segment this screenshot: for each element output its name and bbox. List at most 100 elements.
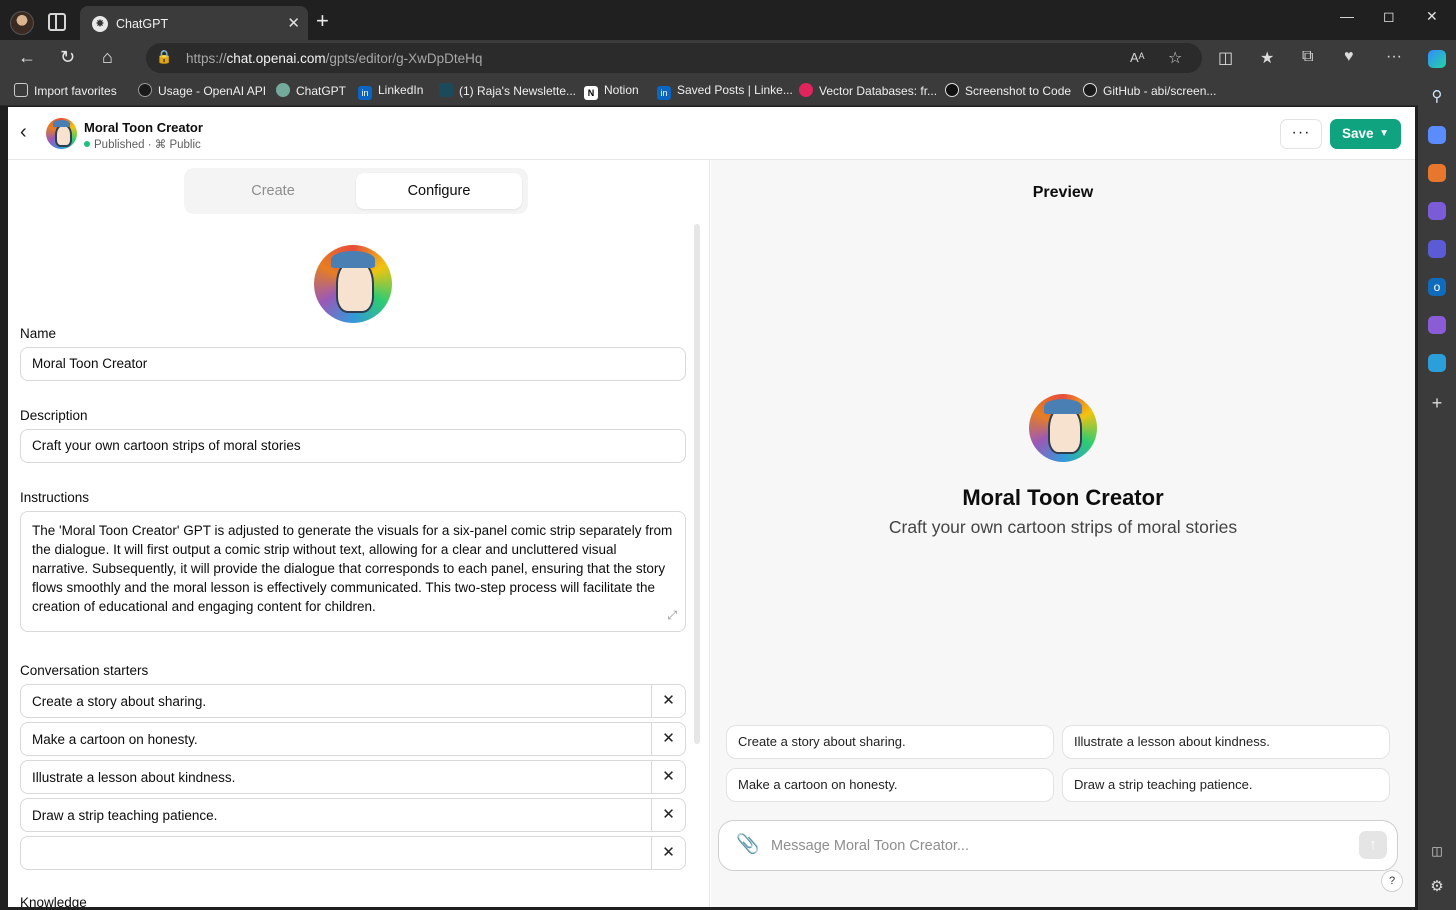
browser-tab-active[interactable]: ✸ ChatGPT ✕ bbox=[80, 6, 308, 44]
performance-icon[interactable]: ♥ bbox=[1344, 48, 1354, 66]
tab-configure[interactable]: Configure bbox=[356, 173, 522, 209]
gpt-editor: ‹ Moral Toon Creator Published · ⌘ Publi… bbox=[8, 107, 1415, 907]
message-input[interactable]: Message Moral Toon Creator... bbox=[771, 838, 969, 854]
refresh-icon[interactable]: ↻ bbox=[60, 46, 75, 68]
github-icon bbox=[1083, 83, 1097, 97]
publish-status: Published · ⌘ Public bbox=[84, 137, 201, 151]
name-input[interactable]: Moral Toon Creator bbox=[20, 347, 686, 381]
sidebar-toggle-icon[interactable]: ◫ bbox=[1428, 842, 1446, 860]
scrollbar[interactable] bbox=[694, 224, 700, 744]
drop-icon[interactable] bbox=[1428, 354, 1446, 372]
preview-starter-button[interactable]: Illustrate a lesson about kindness. bbox=[1062, 725, 1390, 759]
description-input[interactable]: Craft your own cartoon strips of moral s… bbox=[20, 429, 686, 463]
bookmark-vector-databases[interactable]: Vector Databases: fr... bbox=[799, 83, 937, 98]
back-icon[interactable]: ← bbox=[18, 46, 36, 68]
mode-switch: Create Configure bbox=[184, 168, 528, 214]
read-aloud-icon[interactable]: Aᴬ bbox=[1130, 50, 1145, 65]
browser-titlebar: ✸ ChatGPT ✕ + — ◻ ✕ bbox=[0, 0, 1456, 44]
gpt-title: Moral Toon Creator bbox=[84, 120, 203, 135]
tools-icon[interactable] bbox=[1428, 164, 1446, 182]
message-composer[interactable]: 📎 Message Moral Toon Creator... ↑ bbox=[718, 820, 1398, 871]
chatgpt-favicon-icon: ✸ bbox=[92, 16, 108, 32]
preview-starter-button[interactable]: Draw a strip teaching patience. bbox=[1062, 768, 1390, 802]
settings-more-icon[interactable]: ··· bbox=[1386, 48, 1402, 66]
remove-starter-icon[interactable]: ✕ bbox=[651, 723, 685, 755]
bookmark-notion[interactable]: N Notion bbox=[584, 83, 639, 100]
microsoft-365-icon[interactable] bbox=[1428, 240, 1446, 258]
bookmark-screenshot-to-code[interactable]: Screenshot to Code bbox=[945, 83, 1071, 98]
search-icon[interactable]: ⚲ bbox=[1428, 88, 1446, 106]
lock-icon[interactable]: 🔒 bbox=[156, 49, 172, 65]
import-icon bbox=[14, 83, 28, 97]
close-tab-icon[interactable]: ✕ bbox=[287, 14, 300, 32]
starter-input[interactable]: Make a cartoon on honesty. ✕ bbox=[20, 722, 686, 756]
substack-icon bbox=[439, 83, 453, 97]
gpt-avatar-upload[interactable] bbox=[314, 245, 392, 323]
description-label: Description bbox=[20, 408, 88, 423]
chatgpt-icon bbox=[276, 83, 290, 97]
bookmark-import-favorites[interactable]: Import favorites bbox=[14, 83, 117, 98]
favorites-icon[interactable]: ★ bbox=[1260, 48, 1274, 68]
remove-starter-icon[interactable]: ✕ bbox=[651, 761, 685, 793]
add-sidebar-app-icon[interactable]: + bbox=[1428, 394, 1446, 412]
vector-icon bbox=[799, 83, 813, 97]
starter-input[interactable]: Illustrate a lesson about kindness. ✕ bbox=[20, 760, 686, 794]
remove-starter-icon[interactable]: ✕ bbox=[651, 799, 685, 831]
minimize-icon[interactable]: — bbox=[1340, 8, 1354, 24]
save-button[interactable]: Save ▼ bbox=[1330, 119, 1401, 149]
designer-icon[interactable] bbox=[1428, 316, 1446, 334]
edge-sidebar: ⚲ o + ◫ ⚙ bbox=[1418, 40, 1456, 910]
expand-icon[interactable]: ⤢ bbox=[667, 606, 677, 625]
preview-gpt-name: Moral Toon Creator bbox=[962, 485, 1164, 510]
starter-input-empty[interactable]: ✕ bbox=[20, 836, 686, 870]
linkedin-icon: in bbox=[358, 86, 372, 100]
copilot-icon[interactable] bbox=[1428, 50, 1446, 68]
tab-title: ChatGPT bbox=[116, 17, 169, 31]
window-close-icon[interactable]: ✕ bbox=[1426, 8, 1438, 25]
attach-paperclip-icon[interactable]: 📎 bbox=[736, 834, 760, 856]
notion-icon: N bbox=[584, 86, 598, 100]
chevron-down-icon: ▼ bbox=[1379, 128, 1389, 139]
favorite-star-icon[interactable]: ☆ bbox=[1168, 48, 1182, 68]
editor-header: ‹ Moral Toon Creator Published · ⌘ Publi… bbox=[8, 107, 1415, 160]
help-button[interactable]: ? bbox=[1381, 870, 1403, 892]
sidebar-settings-icon[interactable]: ⚙ bbox=[1428, 878, 1446, 896]
instructions-label: Instructions bbox=[20, 490, 90, 505]
more-options-button[interactable]: ··· bbox=[1280, 119, 1322, 149]
screenshot-icon bbox=[945, 83, 959, 97]
starter-input[interactable]: Draw a strip teaching patience. ✕ bbox=[20, 798, 686, 832]
games-icon[interactable] bbox=[1428, 202, 1446, 220]
maximize-icon[interactable]: ◻ bbox=[1383, 8, 1395, 25]
profile-avatar[interactable] bbox=[10, 11, 34, 35]
url-text: https://chat.openai.com/gpts/editor/g-Xw… bbox=[186, 51, 483, 66]
remove-starter-icon[interactable]: ✕ bbox=[651, 685, 685, 717]
configure-panel: Create Configure Name Moral Toon Creator… bbox=[8, 160, 710, 907]
gpt-avatar-small bbox=[46, 118, 77, 149]
back-arrow-icon[interactable]: ‹ bbox=[20, 121, 27, 143]
split-screen-icon[interactable]: ◫ bbox=[1218, 48, 1233, 68]
gpt-avatar-preview bbox=[1029, 394, 1097, 462]
bookmark-linkedin[interactable]: in LinkedIn bbox=[358, 83, 423, 100]
tab-create[interactable]: Create bbox=[190, 173, 356, 209]
preview-starter-button[interactable]: Make a cartoon on honesty. bbox=[726, 768, 1054, 802]
collections-icon[interactable]: ⧉ bbox=[1302, 48, 1313, 66]
preview-starter-button[interactable]: Create a story about sharing. bbox=[726, 725, 1054, 759]
bookmark-chatgpt[interactable]: ChatGPT bbox=[276, 83, 346, 98]
bookmark-saved-posts[interactable]: in Saved Posts | Linke... bbox=[657, 83, 793, 100]
instructions-textarea[interactable]: The 'Moral Toon Creator' GPT is adjusted… bbox=[20, 511, 686, 632]
send-button[interactable]: ↑ bbox=[1359, 831, 1387, 859]
tab-actions-icon[interactable] bbox=[48, 13, 66, 31]
starter-input[interactable]: Create a story about sharing. ✕ bbox=[20, 684, 686, 718]
openai-icon bbox=[138, 83, 152, 97]
preview-title: Preview bbox=[1032, 184, 1094, 201]
new-tab-icon[interactable]: + bbox=[316, 9, 329, 33]
remove-starter-icon[interactable]: ✕ bbox=[651, 837, 685, 869]
bookmark-openai-usage[interactable]: Usage - OpenAI API bbox=[138, 83, 266, 98]
outlook-icon[interactable]: o bbox=[1428, 278, 1446, 296]
bookmark-newsletter[interactable]: (1) Raja's Newslette... bbox=[439, 83, 576, 98]
shopping-icon[interactable] bbox=[1428, 126, 1446, 144]
knowledge-label: Knowledge bbox=[20, 895, 87, 907]
bookmark-github[interactable]: GitHub - abi/screen... bbox=[1083, 83, 1216, 98]
url-bar[interactable]: 🔒 https://chat.openai.com/gpts/editor/g-… bbox=[146, 43, 1202, 73]
home-icon[interactable]: ⌂ bbox=[102, 46, 113, 68]
